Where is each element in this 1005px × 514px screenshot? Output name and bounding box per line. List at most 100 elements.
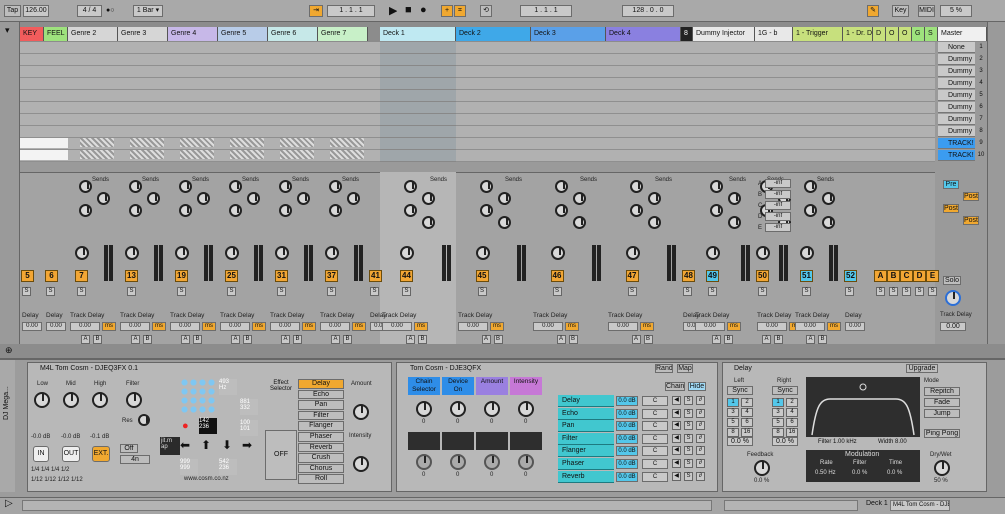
send-knob[interactable] [554,180,568,193]
crossfade-a[interactable]: A [406,335,415,344]
left-offset[interactable]: 0.0 % [727,437,753,446]
chain-volume[interactable]: 0.0 dB [616,459,638,469]
track-header-13[interactable]: Dummy Injector [693,27,755,41]
scene-row[interactable]: None [938,42,975,53]
chain-volume[interactable]: 0.0 dB [616,446,638,457]
send-knob[interactable] [404,204,417,217]
chain-item[interactable]: Phaser [558,458,614,470]
clip-slot[interactable] [230,150,264,159]
macro-label[interactable]: Device On [442,377,474,395]
track-delay-value[interactable]: 0.00 [220,322,250,331]
chain-volume[interactable]: 0.0 dB [616,396,638,406]
track-delay-value[interactable]: 0.00 [608,322,638,331]
scene-row[interactable]: TRACK! [938,150,975,161]
track-delay-value[interactable]: 0.00 [845,322,865,331]
chain-hotswap[interactable]: ∂ [696,408,705,418]
solo-button[interactable]: S [552,287,562,296]
crossfade-a[interactable]: A [281,335,290,344]
track-header-15[interactable]: 1 - Trigger [793,27,843,41]
delay-beat-right[interactable]: 8 [772,428,784,437]
record-icon[interactable]: ● [420,4,427,16]
track-header-7[interactable]: Genre 7 [318,27,368,41]
tempo-field[interactable]: 126.00 [23,5,49,17]
track-header-11[interactable]: Deck 4 [606,27,681,41]
send-knob[interactable] [422,192,435,205]
effect-item[interactable]: Roll [298,474,344,484]
mode-select[interactable]: 4n [120,455,150,464]
chain-activator[interactable]: ◀ [672,446,681,456]
send-value[interactable]: -inf [765,201,791,210]
track-number[interactable]: 13 [125,270,138,282]
clip-slot[interactable] [20,150,44,160]
track-number[interactable]: 19 [175,270,188,282]
track-number[interactable]: 47 [625,270,639,282]
send-knob[interactable] [329,204,342,217]
send-knob[interactable] [822,216,835,229]
chain-volume[interactable]: 0.0 dB [616,421,638,432]
track-number[interactable]: 44 [400,270,413,282]
track-header-3[interactable]: Genre 3 [118,27,168,41]
master-solo-button[interactable]: Solo [943,276,961,285]
solo-button[interactable]: S [277,287,286,296]
chain-solo[interactable]: S [684,421,693,431]
arrow-left-icon[interactable]: ⬅ [180,438,190,452]
track-header-21[interactable]: S [925,27,938,41]
effect-item[interactable]: Echo [298,389,344,400]
send-knob[interactable] [554,204,568,217]
clip-slot[interactable] [180,150,214,159]
return-track-letter[interactable]: A [874,270,887,282]
track-delay-value[interactable]: 0.00 [120,322,150,331]
ms-button[interactable]: ms [102,322,116,331]
chain-solo[interactable]: S [684,408,693,418]
solo-button[interactable]: S [928,287,937,296]
crossfade-b[interactable]: B [293,335,302,344]
send-knob[interactable] [728,192,741,205]
chain-item[interactable]: Filter [558,432,614,445]
chain-solo[interactable]: S [684,471,693,481]
send-knob[interactable] [129,204,142,217]
macro-label[interactable]: Intensity [510,377,542,395]
ms-button[interactable]: ms [490,322,504,331]
return-track-letter[interactable]: D [913,270,926,282]
crossfade-a[interactable]: A [331,335,340,344]
chain-hotswap[interactable]: ∂ [696,459,705,468]
send-knob[interactable] [710,204,723,217]
send-knob[interactable] [647,216,661,229]
left-sync-button[interactable]: Sync [727,386,753,395]
track-delay-value[interactable]: 0.00 [320,322,350,331]
track-header-17[interactable]: D [873,27,886,41]
crossfade-b[interactable]: B [818,335,827,344]
send-knob[interactable] [710,180,723,193]
clip-slot[interactable] [80,138,114,147]
send-knob[interactable] [347,192,360,205]
send-knob[interactable] [97,192,110,205]
send-knob[interactable] [229,180,242,193]
ext-button[interactable]: EXT. [92,446,110,462]
solo-button[interactable]: S [902,287,911,296]
track-header-19[interactable]: O [899,27,912,41]
crossfade-b[interactable]: B [493,335,503,344]
delay-beat-left[interactable]: 8 [727,428,739,437]
solo-button[interactable]: S [477,287,487,296]
send-knob[interactable] [329,180,342,193]
track-number[interactable]: 6 [45,270,58,282]
mid-knob[interactable] [63,392,79,408]
send-knob[interactable] [197,192,210,205]
send-knob[interactable] [179,204,192,217]
rand-button[interactable]: Rand [655,364,673,373]
track-delay-value[interactable]: 0.00 [458,322,488,331]
overdub-button[interactable]: + [441,5,453,17]
track-header-0[interactable]: KEY [20,27,44,41]
delay-beat-right[interactable]: 16 [786,428,798,437]
crossfade-a[interactable]: A [131,335,140,344]
chain-volume[interactable]: 0.0 dB [616,408,638,419]
time-value[interactable]: 0.0 % [887,470,902,476]
crossfade-b[interactable]: B [93,335,102,344]
send-knob[interactable] [728,216,741,229]
send-value[interactable]: -inf [765,190,791,199]
track-number[interactable]: 50 [756,270,769,282]
ms-button[interactable]: ms [414,322,428,331]
return-track-letter[interactable]: E [926,270,939,282]
out-button[interactable]: OUT [62,446,80,462]
delay-beat-right[interactable]: 5 [772,418,784,427]
